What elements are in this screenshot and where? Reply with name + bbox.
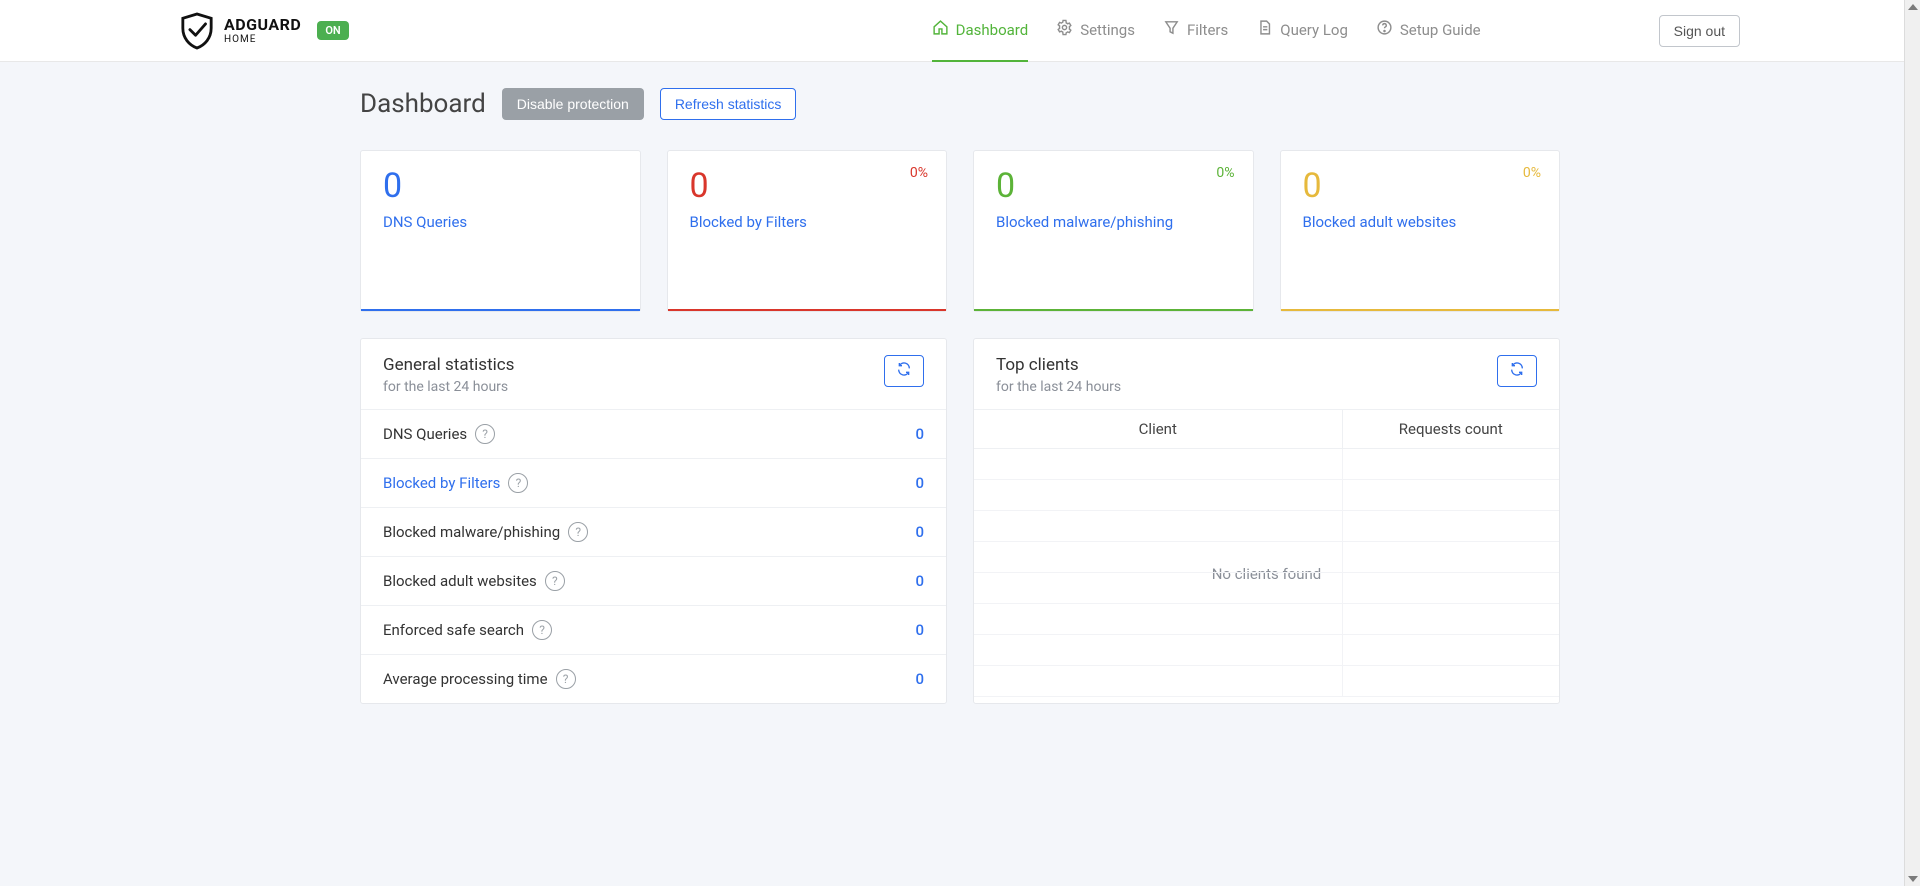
logo-text: ADGUARD HOME xyxy=(224,17,301,45)
stat-row-processing-time: Average processing time ? 0 xyxy=(361,655,946,703)
stat-row-value: 0 xyxy=(915,621,924,639)
page-header: Dashboard Disable protection Refresh sta… xyxy=(360,88,1560,120)
stat-percent: 0% xyxy=(1216,165,1234,181)
help-icon[interactable]: ? xyxy=(545,571,565,591)
top-nav: Dashboard Settings Filters Query Log Set… xyxy=(932,0,1740,62)
stat-row-label-link[interactable]: Blocked by Filters xyxy=(383,474,500,492)
refresh-icon-button[interactable] xyxy=(884,355,924,387)
help-icon[interactable]: ? xyxy=(475,424,495,444)
stat-row-label: Average processing time xyxy=(383,670,548,688)
panel-title: Top clients xyxy=(996,355,1121,375)
stat-row-value: 0 xyxy=(915,670,924,688)
logo-title: ADGUARD xyxy=(224,17,301,33)
nav-query-log[interactable]: Query Log xyxy=(1256,0,1348,62)
refresh-icon xyxy=(896,361,912,381)
stat-row-blocked-malware: Blocked malware/phishing ? 0 xyxy=(361,508,946,557)
stat-value: 0 xyxy=(690,169,925,203)
header-bar: ADGUARD HOME ON Dashboard Settings Filte… xyxy=(0,0,1920,62)
vertical-scrollbar[interactable] xyxy=(1904,0,1920,886)
refresh-icon-button[interactable] xyxy=(1497,355,1537,387)
panel-head: Top clients for the last 24 hours xyxy=(974,339,1559,410)
nav-dashboard-label: Dashboard xyxy=(956,21,1029,39)
stat-row-safe-search: Enforced safe search ? 0 xyxy=(361,606,946,655)
top-clients-panel: Top clients for the last 24 hours Client… xyxy=(973,338,1560,704)
stat-value: 0 xyxy=(383,169,618,203)
home-icon xyxy=(932,19,949,40)
stat-row-label: Blocked malware/phishing xyxy=(383,523,560,541)
panel-title: General statistics xyxy=(383,355,514,375)
funnel-icon xyxy=(1163,19,1180,40)
stat-percent: 0% xyxy=(1523,165,1541,181)
column-header-requests[interactable]: Requests count xyxy=(1343,410,1559,448)
help-icon[interactable]: ? xyxy=(568,522,588,542)
stat-card-blocked-malware: 0% 0 Blocked malware/phishing xyxy=(973,150,1254,312)
stat-row-blocked-adult: Blocked adult websites ? 0 xyxy=(361,557,946,606)
panel-row: General statistics for the last 24 hours… xyxy=(360,338,1560,704)
stat-cards-row: 0 DNS Queries 0% 0 Blocked by Filters 0%… xyxy=(360,150,1560,312)
clients-table-header: Client Requests count xyxy=(974,410,1559,449)
page-title: Dashboard xyxy=(360,89,486,119)
stat-row-dns-queries: DNS Queries ? 0 xyxy=(361,410,946,459)
document-icon xyxy=(1256,19,1273,40)
nav-setup-guide-label: Setup Guide xyxy=(1400,21,1481,39)
stat-value: 0 xyxy=(996,169,1231,203)
refresh-icon xyxy=(1509,361,1525,381)
stat-label-link[interactable]: Blocked malware/phishing xyxy=(996,213,1231,231)
stat-card-blocked-adult: 0% 0 Blocked adult websites xyxy=(1280,150,1561,312)
help-icon[interactable]: ? xyxy=(532,620,552,640)
nav-query-log-label: Query Log xyxy=(1280,21,1348,39)
nav-filters-label: Filters xyxy=(1187,21,1228,39)
nav-filters[interactable]: Filters xyxy=(1163,0,1228,62)
nav-dashboard[interactable]: Dashboard xyxy=(932,0,1029,62)
column-header-client[interactable]: Client xyxy=(974,410,1343,448)
stat-value: 0 xyxy=(1303,169,1538,203)
logo-group[interactable]: ADGUARD HOME ON xyxy=(180,12,349,50)
stat-label-link[interactable]: Blocked adult websites xyxy=(1303,213,1538,231)
main-container: Dashboard Disable protection Refresh sta… xyxy=(360,62,1560,744)
stat-label-link[interactable]: Blocked by Filters xyxy=(690,213,925,231)
stat-row-label: Enforced safe search xyxy=(383,621,524,639)
disable-protection-button[interactable]: Disable protection xyxy=(502,88,644,120)
stat-percent: 0% xyxy=(910,165,928,181)
panel-subtitle: for the last 24 hours xyxy=(383,379,514,395)
stat-card-blocked-filters: 0% 0 Blocked by Filters xyxy=(667,150,948,312)
refresh-statistics-button[interactable]: Refresh statistics xyxy=(660,88,797,120)
stat-label-link[interactable]: DNS Queries xyxy=(383,213,618,231)
panel-subtitle: for the last 24 hours xyxy=(996,379,1121,395)
stat-row-value: 0 xyxy=(915,523,924,541)
stat-row-value: 0 xyxy=(915,572,924,590)
logo-subtitle: HOME xyxy=(224,35,301,45)
stat-row-label: Blocked adult websites xyxy=(383,572,537,590)
gear-icon xyxy=(1056,19,1073,40)
general-statistics-panel: General statistics for the last 24 hours… xyxy=(360,338,947,704)
nav-settings[interactable]: Settings xyxy=(1056,0,1135,62)
help-icon[interactable]: ? xyxy=(556,669,576,689)
signout-button[interactable]: Sign out xyxy=(1659,15,1740,47)
clients-table-body: No clients found xyxy=(974,449,1559,699)
nav-settings-label: Settings xyxy=(1080,21,1135,39)
panel-head: General statistics for the last 24 hours xyxy=(361,339,946,410)
empty-rows-background xyxy=(974,449,1559,699)
question-circle-icon xyxy=(1376,19,1393,40)
stat-card-dns-queries: 0 DNS Queries xyxy=(360,150,641,312)
help-icon[interactable]: ? xyxy=(508,473,528,493)
protection-status-badge: ON xyxy=(317,21,348,40)
nav-setup-guide[interactable]: Setup Guide xyxy=(1376,0,1481,62)
stat-row-value: 0 xyxy=(915,474,924,492)
stat-row-label: DNS Queries xyxy=(383,425,467,443)
stat-row-value: 0 xyxy=(915,425,924,443)
stat-row-blocked-filters: Blocked by Filters ? 0 xyxy=(361,459,946,508)
shield-check-icon xyxy=(180,12,214,50)
